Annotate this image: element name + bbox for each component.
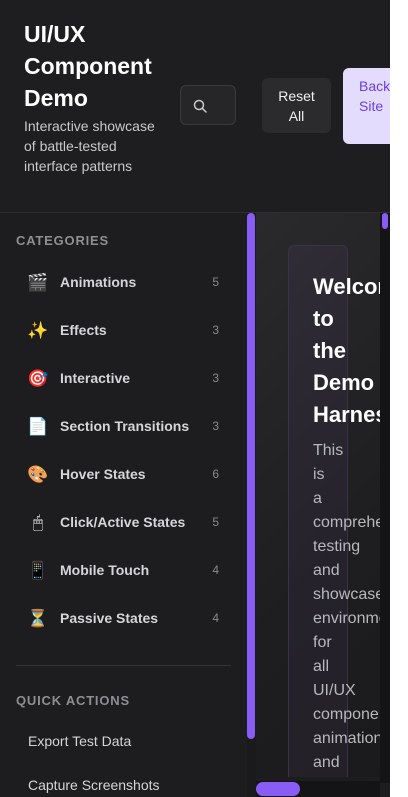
- sidebar-item-count: 3: [212, 323, 219, 337]
- sidebar-item-label: Section Transitions: [60, 418, 190, 434]
- hourglass-icon: ⏳: [27, 609, 49, 628]
- sidebar-item-count: 3: [212, 419, 219, 433]
- sidebar-item-passive-states[interactable]: ⏳ Passive States 4: [16, 599, 231, 639]
- sidebar: CATEGORIES 🎬 Animations 5 ✨ Effects 3 🎯 …: [0, 213, 247, 797]
- sidebar-item-hover-states[interactable]: 🎨 Hover States 6: [16, 455, 231, 495]
- sidebar-item-label: Effects: [60, 322, 107, 338]
- sidebar-scrollbar-thumb[interactable]: [247, 213, 255, 739]
- mouse-icon: 🖱: [32, 513, 44, 532]
- palette-icon: 🎨: [27, 465, 49, 484]
- sidebar-item-label: Click/Active States: [60, 514, 186, 530]
- sidebar-item-count: 3: [212, 371, 219, 385]
- sidebar-item-label: Hover States: [60, 466, 146, 482]
- sidebar-item-count: 4: [212, 611, 219, 625]
- horizontal-scrollbar-thumb[interactable]: [256, 782, 300, 796]
- sidebar-item-label: Interactive: [60, 370, 131, 386]
- reset-all-button[interactable]: Reset All: [262, 78, 331, 133]
- sidebar-item-mobile-touch[interactable]: 📱 Mobile Touch 4: [16, 551, 231, 591]
- sidebar-item-interactive[interactable]: 🎯 Interactive 3: [16, 359, 231, 399]
- main-scrollbar-thumb[interactable]: [382, 213, 388, 229]
- sidebar-scrollbar[interactable]: [247, 213, 256, 797]
- search-icon: [193, 99, 207, 113]
- welcome-title: Welcome to the Demo Harness: [313, 274, 390, 427]
- horizontal-scrollbar[interactable]: [256, 781, 380, 797]
- page-subtitle: Interactive showcase of battle-tested in…: [24, 118, 155, 174]
- sidebar-item-section-transitions[interactable]: 📄 Section Transitions 3: [16, 407, 231, 447]
- sidebar-item-animations[interactable]: 🎬 Animations 5: [16, 263, 231, 303]
- sidebar-item-label: Mobile Touch: [60, 562, 150, 578]
- page-icon: 📄: [27, 417, 49, 436]
- welcome-description: This is a comprehensive testing and show…: [313, 442, 390, 795]
- clapper-icon: 🎬: [27, 273, 49, 292]
- header: UI/UX Component Demo Interactive showcas…: [0, 0, 390, 213]
- sidebar-item-count: 4: [212, 563, 219, 577]
- app-window: UI/UX Component Demo Interactive showcas…: [0, 0, 390, 797]
- categories-heading: CATEGORIES: [16, 233, 109, 248]
- sidebar-item-count: 5: [212, 515, 219, 529]
- sidebar-item-effects[interactable]: ✨ Effects 3: [16, 311, 231, 351]
- sidebar-item-count: 5: [212, 275, 219, 289]
- target-icon: 🎯: [27, 369, 49, 388]
- quick-actions-heading: QUICK ACTIONS: [16, 693, 130, 708]
- main-content: Welcome to the Demo Harness This is a co…: [256, 213, 390, 797]
- sidebar-item-click-active-states[interactable]: 🖱 Click/Active States 5: [16, 503, 231, 543]
- page-title: UI/UX Component Demo: [24, 21, 152, 111]
- capture-screenshots-button[interactable]: Capture Screenshots: [28, 777, 160, 793]
- sparkles-icon: ✨: [27, 321, 49, 340]
- export-test-data-button[interactable]: Export Test Data: [28, 733, 131, 749]
- sidebar-item-label: Passive States: [60, 610, 159, 626]
- sidebar-item-count: 6: [212, 467, 219, 481]
- search-button[interactable]: [180, 85, 236, 125]
- back-to-site-button[interactable]: Back to Site: [343, 68, 390, 144]
- main-scrollbar[interactable]: [380, 213, 390, 783]
- sidebar-divider: [16, 665, 231, 666]
- mobile-icon: 📱: [27, 561, 49, 580]
- sidebar-item-label: Animations: [60, 274, 137, 290]
